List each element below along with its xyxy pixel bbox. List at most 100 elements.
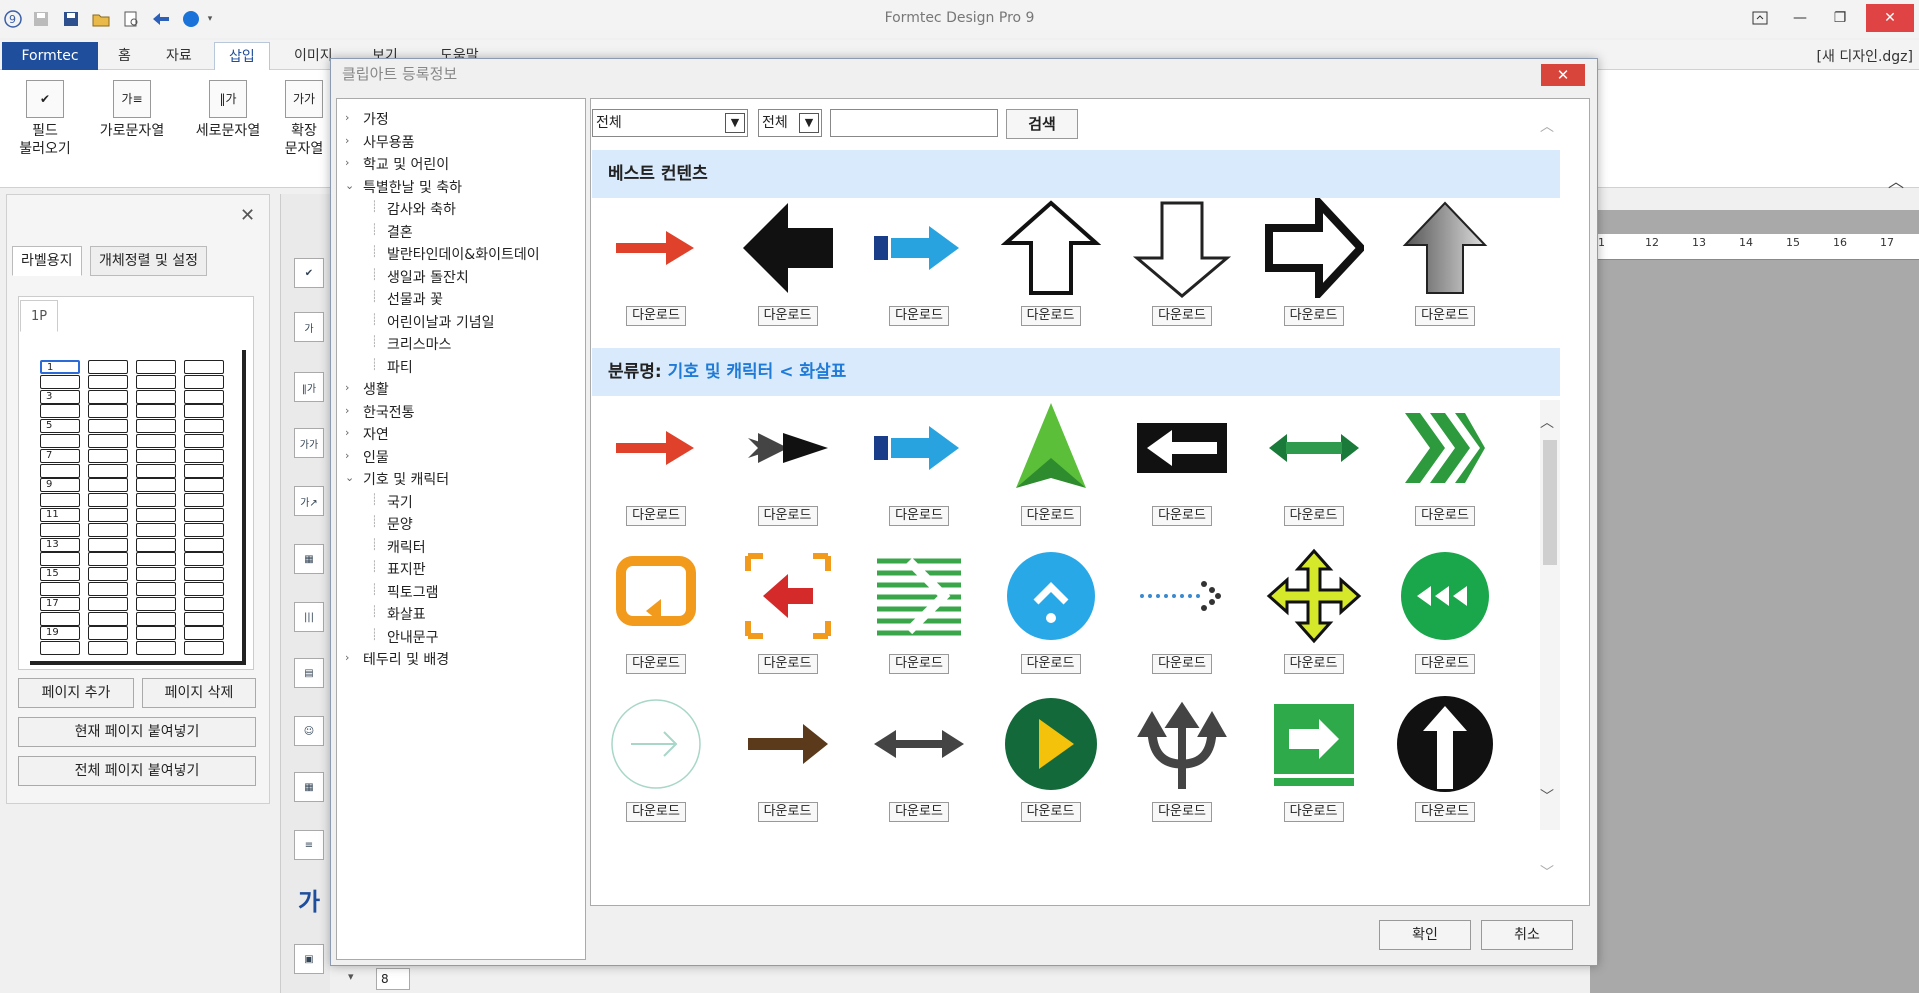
tree-node[interactable]: 특별한날 및 축하 — [363, 177, 462, 197]
content-scroll-down-icon[interactable]: ﹀ — [1540, 862, 1554, 882]
black-arrow-left-icon[interactable] — [738, 198, 838, 298]
clipart-item[interactable]: 다운로드 — [1132, 398, 1232, 526]
red-arrow-right-icon[interactable] — [606, 198, 706, 298]
label-cell[interactable] — [40, 493, 80, 508]
label-cell[interactable] — [136, 463, 176, 478]
label-cell[interactable] — [184, 389, 224, 404]
label-cell[interactable] — [184, 582, 224, 596]
label-cell[interactable] — [40, 552, 80, 567]
download-button[interactable]: 다운로드 — [626, 802, 686, 822]
download-button[interactable]: 다운로드 — [1020, 802, 1081, 822]
clipart-item[interactable]: 다운로드 — [1000, 198, 1101, 326]
label-cell[interactable] — [184, 567, 224, 582]
label-cell[interactable] — [88, 567, 128, 582]
save-icon[interactable] — [30, 8, 52, 30]
download-button[interactable]: 다운로드 — [1283, 506, 1344, 526]
label-cell[interactable] — [88, 448, 128, 463]
label-cell[interactable] — [136, 552, 176, 567]
label-cell[interactable] — [88, 611, 128, 626]
label-cell[interactable] — [184, 360, 224, 374]
green-play-circle-icon[interactable] — [1001, 694, 1101, 794]
label-cell[interactable] — [184, 537, 224, 552]
label-cell[interactable] — [184, 522, 224, 537]
cancel-button[interactable]: 취소 — [1481, 920, 1573, 950]
tree-child-node[interactable]: 감사와 축하 — [387, 199, 456, 219]
ribbon-collapse-icon[interactable]: ︿ — [1888, 168, 1904, 192]
box-arrow-left-icon[interactable] — [1132, 398, 1232, 498]
color-circle-icon[interactable] — [180, 8, 202, 30]
label-cell[interactable] — [184, 641, 224, 656]
save-as-icon[interactable] — [60, 8, 82, 30]
tree-node[interactable]: 인물 — [363, 447, 389, 467]
label-cell[interactable] — [184, 493, 224, 508]
tree-child-node[interactable]: 크리스마스 — [387, 334, 451, 354]
label-cell[interactable] — [88, 582, 128, 596]
blue-arrow-right-icon[interactable] — [869, 398, 969, 498]
restore-icon[interactable]: ❐ — [1816, 4, 1864, 32]
paste-current-page-button[interactable]: 현재 페이지 붙여넣기 — [18, 717, 256, 747]
tree-child-node[interactable]: 표지판 — [387, 559, 426, 579]
expand-chevron-icon[interactable]: › — [345, 651, 349, 664]
serial-barcode-tool-icon[interactable]: ▤ — [294, 658, 324, 688]
tree-child-node[interactable]: 국기 — [387, 492, 413, 512]
download-button[interactable]: 다운로드 — [1152, 802, 1212, 822]
qr-code-tool-icon[interactable]: ▦ — [294, 544, 324, 574]
label-cell[interactable] — [136, 374, 176, 389]
clipart-item[interactable]: 다운로드 — [738, 694, 838, 822]
clipart-tool-icon[interactable]: ▣ — [294, 944, 324, 974]
tree-child-node[interactable]: 파티 — [387, 357, 413, 377]
download-button[interactable]: 다운로드 — [1152, 654, 1212, 674]
download-button[interactable]: 다운로드 — [757, 802, 818, 822]
download-button[interactable]: 다운로드 — [1415, 802, 1475, 822]
label-cell[interactable] — [136, 448, 176, 463]
label-cell[interactable] — [88, 596, 128, 611]
label-cell[interactable] — [184, 508, 224, 522]
label-cell[interactable] — [88, 404, 128, 419]
label-cell[interactable] — [40, 463, 80, 478]
tree-node[interactable]: 사무용품 — [363, 132, 415, 152]
label-cell[interactable] — [136, 522, 176, 537]
gray-double-arrow-icon[interactable] — [869, 694, 969, 794]
label-cell[interactable] — [40, 641, 80, 656]
download-button[interactable]: 다운로드 — [757, 306, 818, 326]
label-cell[interactable] — [184, 419, 224, 434]
label-cell[interactable] — [40, 434, 80, 448]
download-button[interactable]: 다운로드 — [1020, 506, 1081, 526]
download-button[interactable]: 다운로드 — [1283, 654, 1344, 674]
app-logo-icon[interactable]: 9 — [2, 8, 24, 30]
label-cell[interactable] — [88, 374, 128, 389]
expand-chevron-icon[interactable]: › — [345, 381, 349, 394]
vertical-text-tool-icon[interactable]: ‖가 — [294, 372, 324, 402]
label-cell[interactable] — [184, 434, 224, 448]
clipart-item[interactable]: 다운로드 — [1264, 398, 1364, 526]
clipart-item[interactable]: 다운로드 — [606, 198, 706, 326]
tree-node[interactable]: 기호 및 캐릭터 — [363, 469, 449, 489]
text-art-tool-icon[interactable]: 가↗ — [294, 486, 324, 516]
download-button[interactable]: 다운로드 — [1415, 506, 1475, 526]
clipart-item[interactable]: 다운로드 — [1264, 694, 1364, 822]
label-cell[interactable] — [88, 419, 128, 434]
label-cell[interactable]: 5 — [40, 419, 80, 434]
horizontal-text-tool-icon[interactable]: 가 — [294, 312, 324, 342]
label-cell[interactable] — [136, 389, 176, 404]
label-cell[interactable] — [184, 596, 224, 611]
download-button[interactable]: 다운로드 — [626, 306, 686, 326]
expand-chevron-icon[interactable]: › — [345, 426, 349, 439]
label-cell[interactable] — [136, 419, 176, 434]
open-folder-icon[interactable] — [90, 8, 112, 30]
paragraph-tool-icon[interactable]: ≡ — [294, 830, 324, 860]
tree-child-node[interactable]: 안내문구 — [387, 627, 439, 647]
download-button[interactable]: 다운로드 — [889, 306, 949, 326]
tree-child-node[interactable]: 발란타인데이&화이트데이 — [387, 244, 540, 264]
dialog-close-icon[interactable]: ✕ — [1541, 64, 1585, 86]
red-arrow-right-icon[interactable] — [606, 398, 706, 498]
tree-child-node[interactable]: 캐릭터 — [387, 537, 426, 557]
clipart-item[interactable]: 다운로드 — [869, 546, 969, 674]
clipart-item[interactable]: 다운로드 — [869, 198, 969, 326]
label-cell[interactable]: 9 — [40, 478, 80, 493]
tab-label-paper[interactable]: 라벨용지 — [12, 246, 82, 276]
clipart-item[interactable]: 다운로드 — [1132, 694, 1232, 822]
label-cell[interactable]: 15 — [40, 567, 80, 582]
label-cell[interactable] — [136, 611, 176, 626]
clipart-item[interactable]: 다운로드 — [1132, 198, 1232, 326]
